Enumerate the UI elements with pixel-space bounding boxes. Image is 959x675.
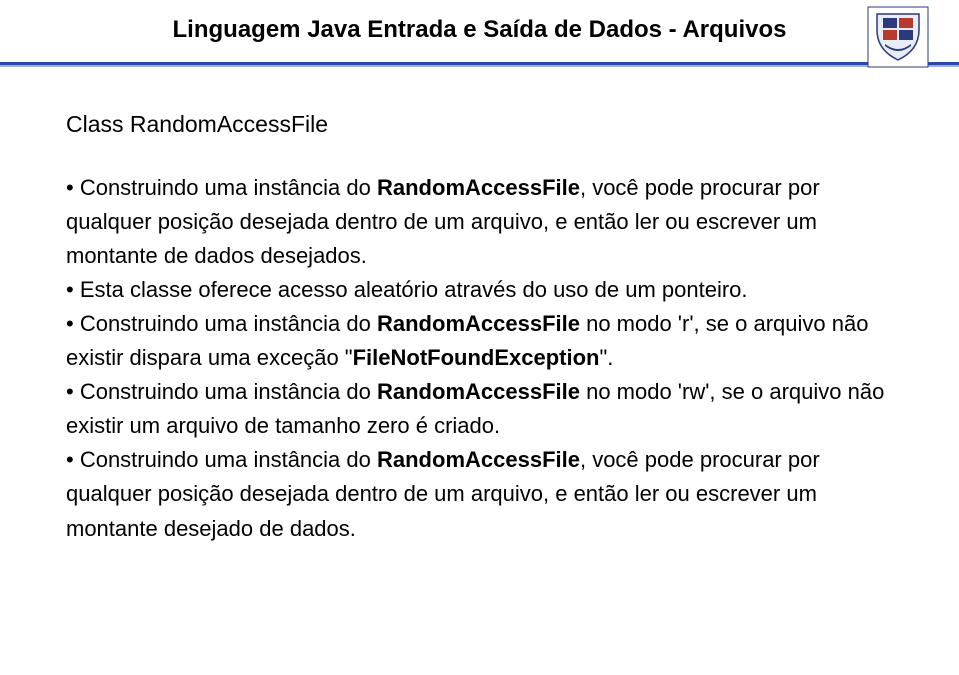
bullet-text: ". [600,345,614,370]
section-title: Class RandomAccessFile [66,107,893,143]
page-title: Linguagem Java Entrada e Saída de Dados … [0,16,959,44]
exception-name: FileNotFoundException [353,345,600,370]
bullet-item: • Construindo uma instância do RandomAcc… [66,443,893,545]
bullet-item: • Construindo uma instância do RandomAcc… [66,171,893,273]
bullet-item: • Construindo uma instância do RandomAcc… [66,307,893,375]
class-name: RandomAccessFile [377,379,580,404]
slide-content: Class RandomAccessFile • Construindo uma… [0,67,959,566]
bullet-text: • Construindo uma instância do [66,311,377,336]
bullet-text: • Construindo uma instância do [66,379,377,404]
bullet-item: • Esta classe oferece acesso aleatório a… [66,273,893,307]
bullet-item: • Construindo uma instância do RandomAcc… [66,375,893,443]
slide-header: Linguagem Java Entrada e Saída de Dados … [0,0,959,44]
university-crest-icon [867,6,929,68]
class-name: RandomAccessFile [377,447,580,472]
class-name: RandomAccessFile [377,311,580,336]
class-name: RandomAccessFile [377,175,580,200]
bullet-text: • Construindo uma instância do [66,447,377,472]
bullet-text: • Construindo uma instância do [66,175,377,200]
